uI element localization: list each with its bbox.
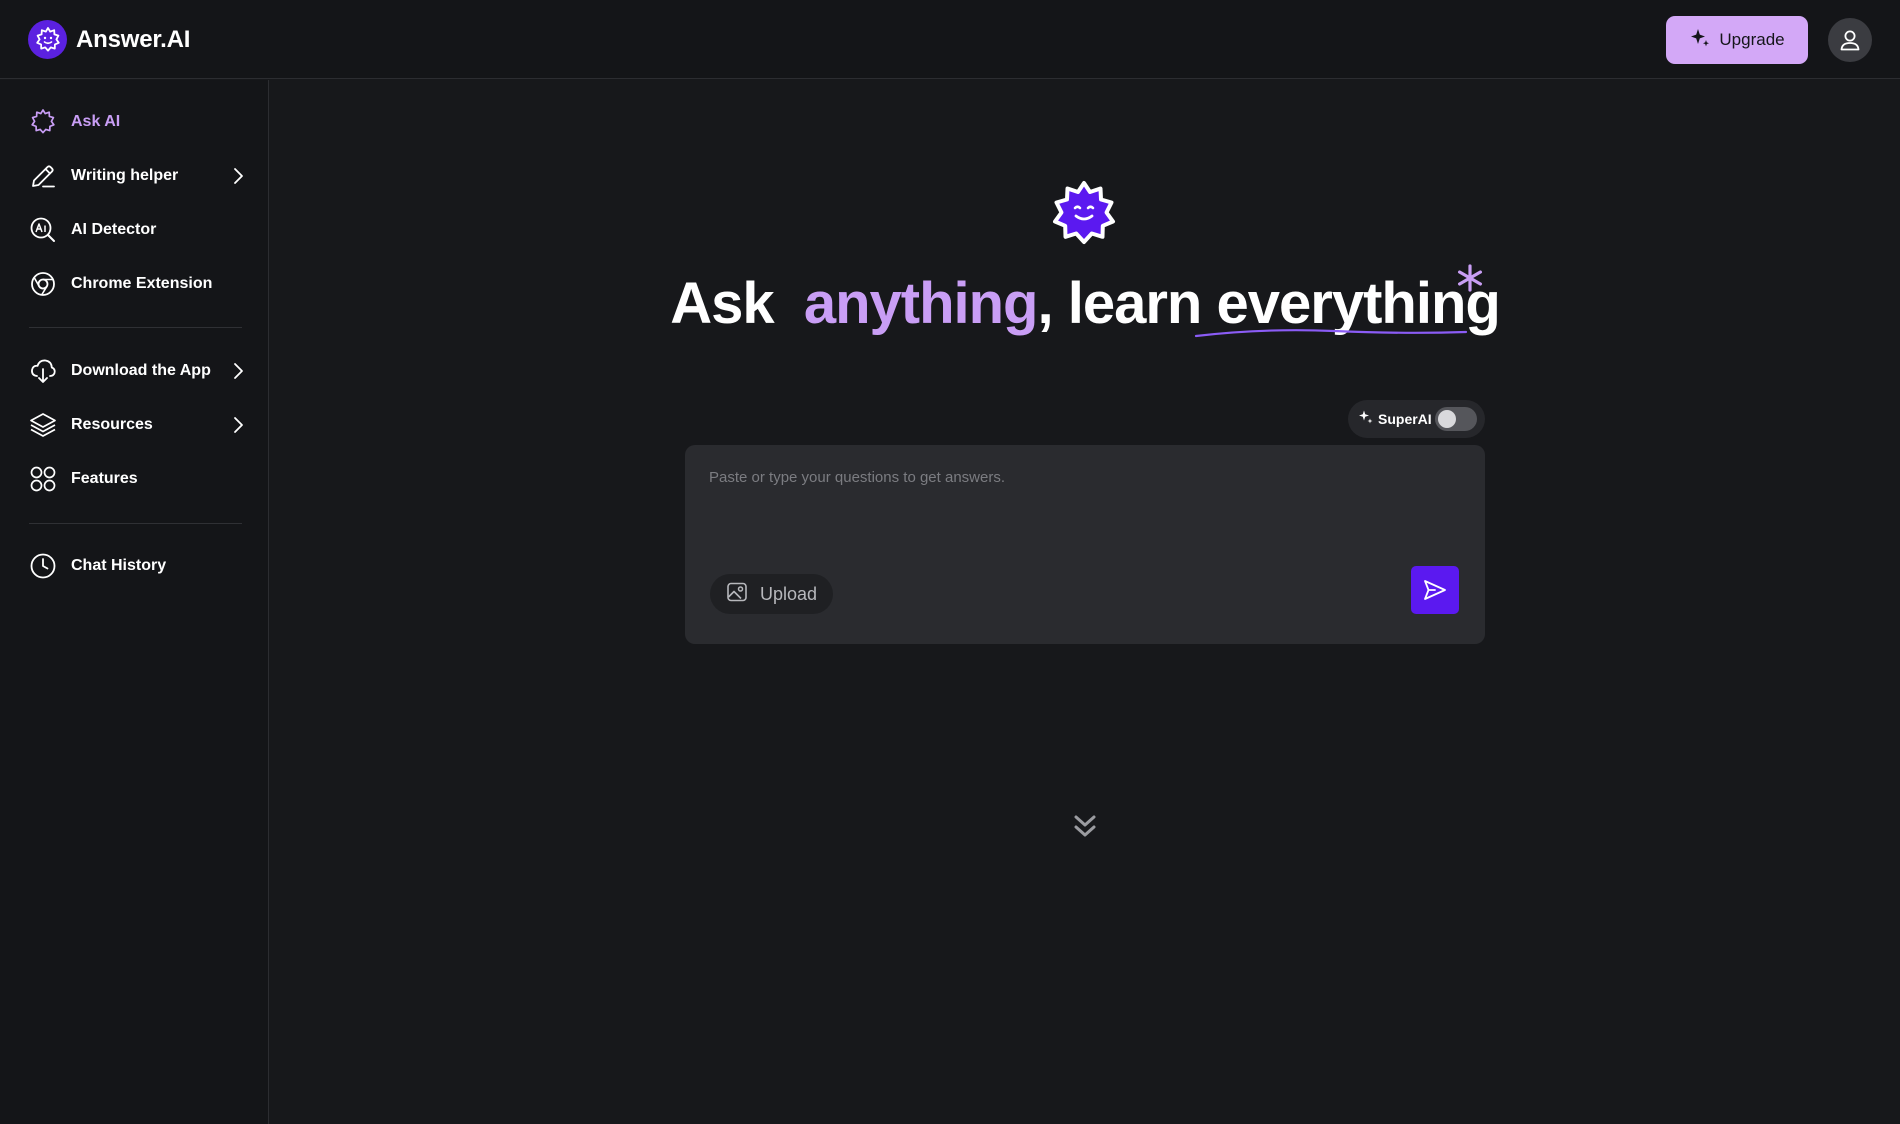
sidebar-item-label: Features — [71, 470, 138, 487]
superai-toggle-pill[interactable]: SuperAI — [1348, 400, 1485, 438]
mascot-logo-icon — [1053, 181, 1115, 244]
brand-logo-icon — [28, 20, 67, 59]
layers-icon — [28, 410, 58, 440]
sidebar-item-label: Chat History — [71, 557, 167, 574]
headline-learn: , learn — [1037, 271, 1217, 336]
user-icon — [1840, 30, 1860, 51]
question-input[interactable] — [709, 469, 1449, 529]
sidebar: Ask AI Writing helper AI Detector Chrome… — [0, 80, 269, 1124]
sidebar-item-resources[interactable]: Resources — [28, 405, 248, 445]
upgrade-label: Upgrade — [1719, 30, 1785, 49]
chevron-right-icon — [234, 168, 243, 184]
clock-icon — [28, 551, 58, 581]
chevron-right-icon — [234, 363, 243, 379]
upgrade-button[interactable]: Upgrade — [1666, 16, 1808, 64]
sidebar-item-label: AI Detector — [71, 221, 157, 238]
cloud-download-icon — [28, 356, 58, 386]
upload-label: Upload — [760, 583, 818, 604]
sidebar-item-download-app[interactable]: Download the App — [28, 351, 248, 391]
superai-switch[interactable] — [1435, 407, 1477, 431]
image-upload-icon — [726, 581, 748, 608]
user-avatar-button[interactable] — [1828, 18, 1872, 62]
sidebar-item-ask-ai[interactable]: Ask AI — [28, 102, 248, 142]
sidebar-item-label: Download the App — [71, 362, 211, 379]
sparkle-icon — [1689, 27, 1711, 54]
send-button[interactable] — [1411, 566, 1459, 614]
brand[interactable]: Answer.AI — [28, 20, 190, 59]
pencil-icon — [28, 161, 58, 191]
headline-ask: Ask — [670, 271, 774, 336]
sidebar-item-ai-detector[interactable]: AI Detector — [28, 210, 248, 250]
upload-button[interactable]: Upload — [710, 574, 833, 614]
switch-knob — [1438, 410, 1456, 428]
grid-circles-icon — [28, 464, 58, 494]
brand-name: Answer.AI — [76, 25, 191, 53]
sidebar-item-writing-helper[interactable]: Writing helper — [28, 156, 248, 196]
headline-accent: anything — [803, 271, 1039, 336]
badge-icon — [28, 107, 58, 137]
sidebar-item-label: Ask AI — [71, 113, 121, 130]
chevron-right-icon — [234, 417, 243, 433]
ai-detector-icon — [28, 215, 58, 245]
sidebar-item-chat-history[interactable]: Chat History — [28, 546, 248, 586]
sparkle-icon — [1358, 409, 1374, 430]
superai-label: SuperAI — [1378, 411, 1432, 427]
headline-underline-decoration — [1194, 329, 1468, 338]
sidebar-item-label: Writing helper — [71, 167, 179, 184]
sidebar-divider — [29, 523, 242, 524]
hero-headline: Ask anything, learn everything — [0, 270, 1900, 337]
asterisk-sparkle-icon — [1458, 264, 1482, 292]
double-chevron-down-icon[interactable] — [1072, 812, 1098, 842]
question-composer: Upload — [685, 445, 1485, 644]
sidebar-item-label: Resources — [71, 416, 153, 433]
top-bar: Answer.AI Upgrade — [0, 0, 1900, 79]
sidebar-item-features[interactable]: Features — [28, 459, 248, 499]
send-icon — [1424, 580, 1446, 600]
